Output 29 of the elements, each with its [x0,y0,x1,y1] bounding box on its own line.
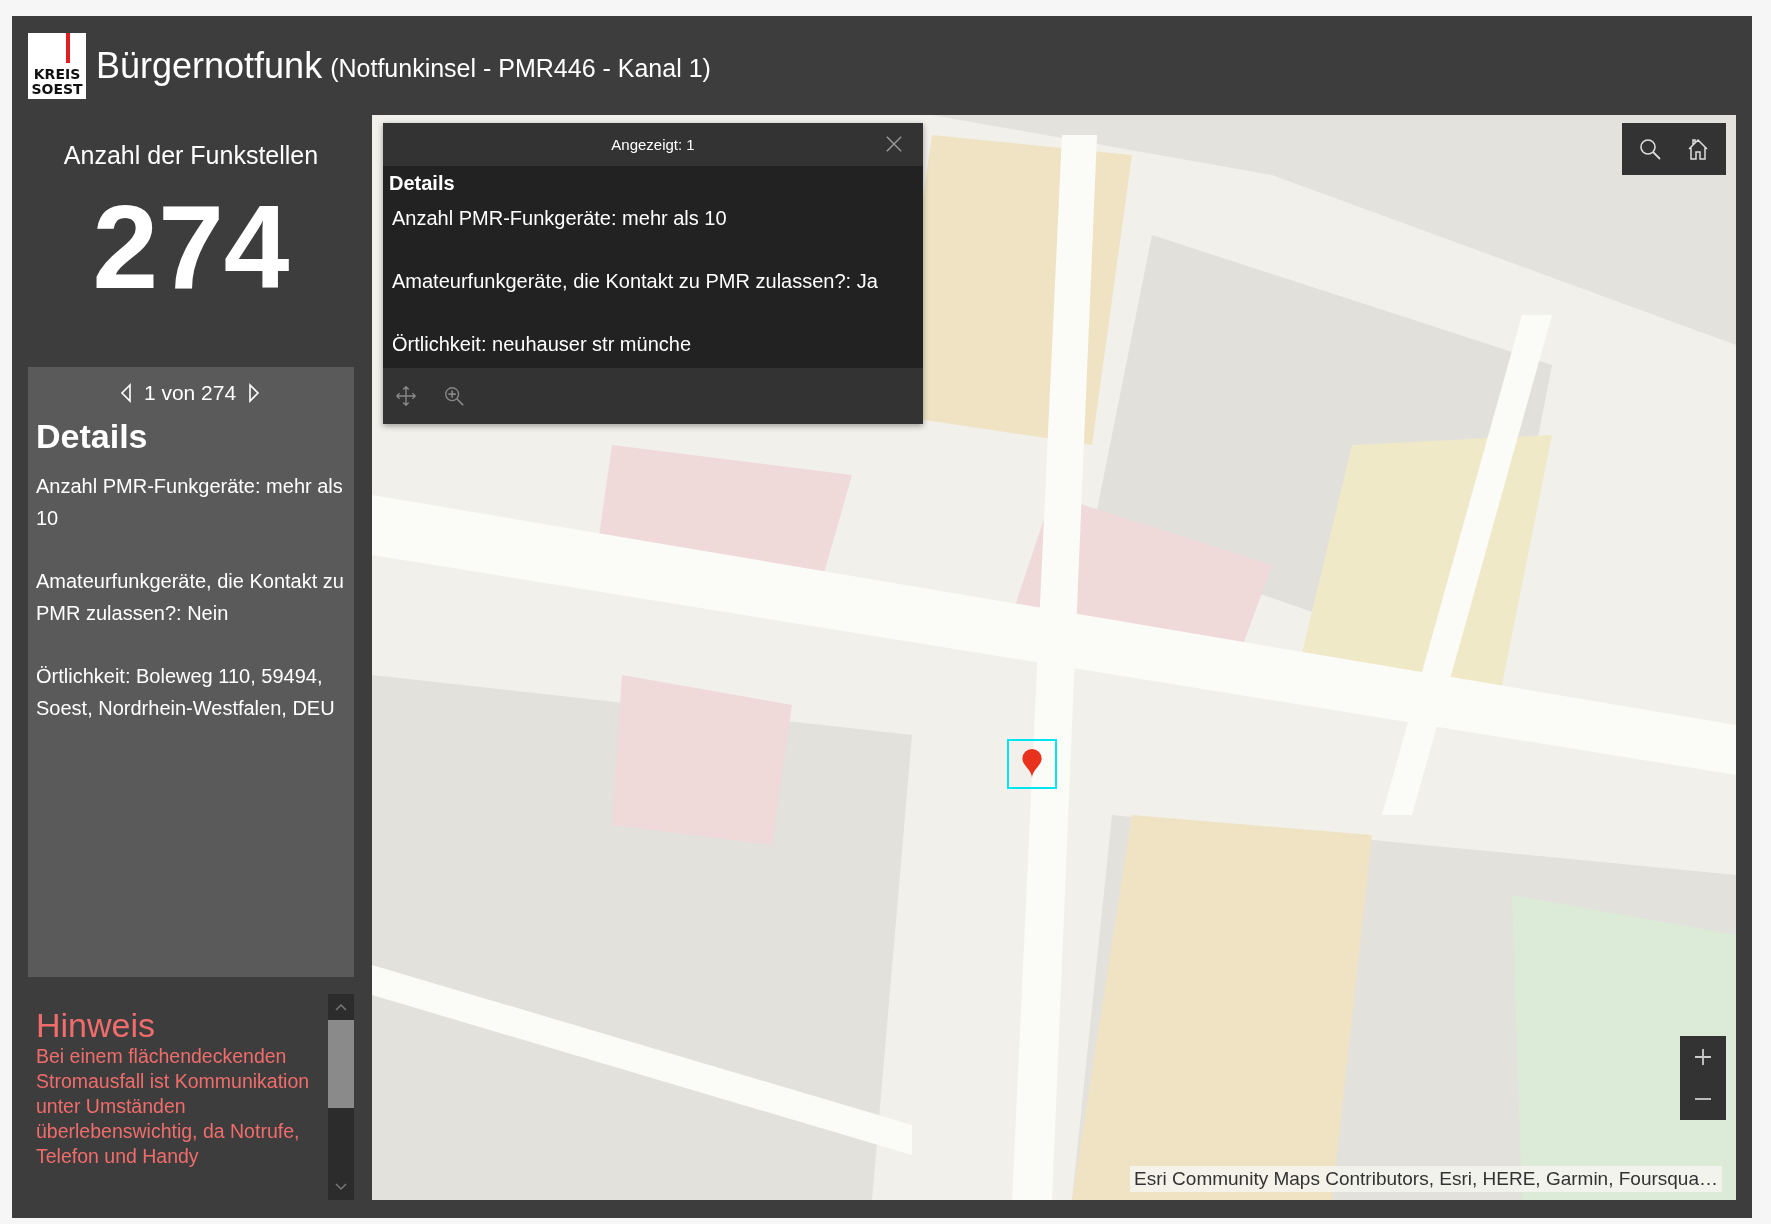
search-icon[interactable] [1638,137,1662,161]
zoom-in-icon[interactable] [443,385,465,407]
app-title: Bürgernotfunk [96,44,323,87]
detail-field: Anzahl PMR-Funkgeräte: mehr als 10 [36,470,344,534]
popup-field: Örtlichkeit: neuhauser str münche [392,329,913,360]
notice-text: Bei einem flächendeckenden Stromausfall ist Kommunikation unter Umständen überlebenswichtig, da Notrufe, Telefon und Handy [36,1044,311,1169]
plus-icon [1693,1047,1713,1067]
popup-title: Angezeigt: 1 [611,136,695,153]
map-attribution: Esri Community Maps Contributors, Esri, HERE, Garmin, Foursqua… [1130,1166,1722,1192]
scrollbar[interactable] [328,994,354,1200]
notice-title: Hinweis [36,1006,157,1044]
move-icon[interactable] [395,385,417,407]
details-heading: Details [36,417,149,456]
map-pin-icon[interactable] [1021,749,1043,779]
counter-label: Anzahl der Funkstellen [63,141,319,170]
pager-text: 1 von 274 [143,381,237,405]
app-subtitle: (Notfunkinsel - PMR446 - Kanal 1) [330,53,711,83]
next-icon[interactable] [248,383,261,403]
logo: KREIS SOEST [28,32,86,99]
popup-field: Anzahl PMR-Funkgeräte: mehr als 10 [392,203,913,266]
minus-icon [1693,1098,1713,1100]
popup-heading: Details [389,172,456,195]
close-icon[interactable] [885,135,903,153]
popup-field: Amateurfunkgeräte, die Kontakt zu PMR zulassen?: Ja [392,266,913,329]
counter-value: 274 [92,188,290,306]
detail-field: Amateurfunkgeräte, die Kontakt zu PMR zulassen?: Nein [36,565,344,629]
previous-icon[interactable] [119,383,132,403]
home-icon[interactable] [1686,137,1710,161]
detail-field: Örtlichkeit: Boleweg 110, 59494, Soest, Nordrhein-Westfalen, DEU [36,660,344,724]
